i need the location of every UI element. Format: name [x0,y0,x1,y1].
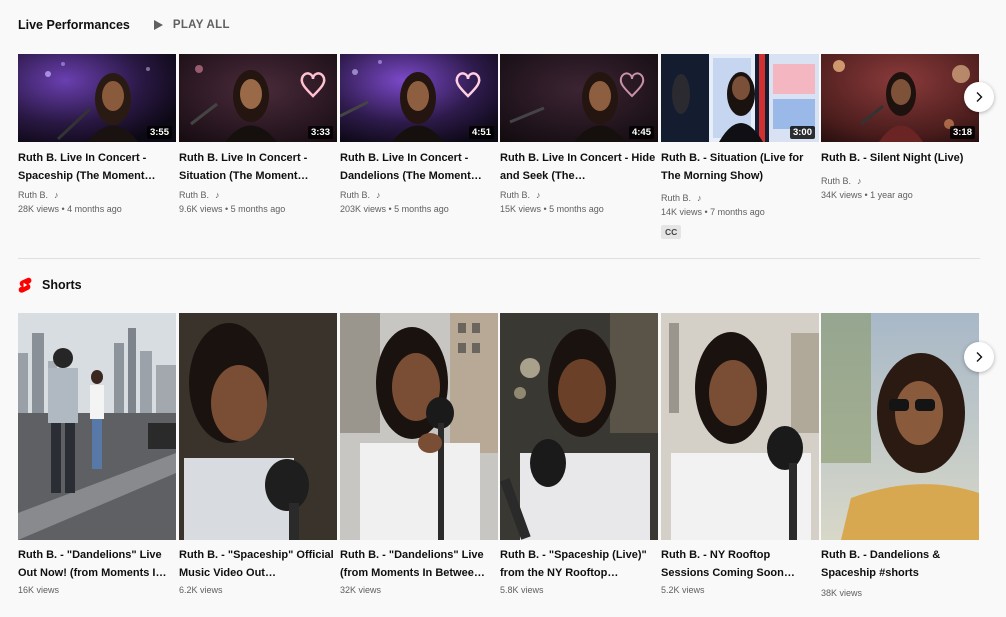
next-button-live[interactable] [964,82,994,112]
short-views: 6.2K views [179,585,223,595]
video-card[interactable]: 4:51 Ruth B. Live In Concert - Dandelion… [340,54,498,216]
channel-name[interactable]: Ruth B. ♪ [500,187,658,203]
short-card[interactable]: Ruth B. - "Spaceship (Live)" from the NY… [500,313,658,595]
chevron-right-icon [976,352,983,362]
short-thumbnail[interactable] [179,313,337,540]
video-thumbnail[interactable]: 3:55 [18,54,176,142]
video-card[interactable]: 4:45 Ruth B. Live In Concert - Hide and … [500,54,658,216]
chevron-right-icon [976,92,983,102]
section-title-live: Live Performances [18,18,130,32]
music-note-icon: ♪ [54,190,59,200]
short-thumbnail[interactable] [500,313,658,540]
channel-name[interactable]: Ruth B. ♪ [18,187,176,203]
short-views: 38K views [821,588,863,598]
play-icon [153,20,163,30]
section-title-shorts: Shorts [42,278,82,292]
video-duration: 3:33 [307,126,333,139]
video-meta: 34K views • 1 year ago [821,190,913,200]
section-divider [18,258,980,259]
video-duration: 4:45 [628,126,654,139]
short-thumbnail[interactable] [661,313,819,540]
video-card[interactable]: 3:18 Ruth B. - Silent Night (Live) Ruth … [821,54,979,202]
video-title[interactable]: Ruth B. Live In Concert - Dandelions (Th… [340,149,498,185]
short-thumbnail[interactable] [18,313,176,540]
video-title[interactable]: Ruth B. Live In Concert - Situation (The… [179,149,337,185]
video-thumbnail[interactable]: 4:51 [340,54,498,142]
video-title[interactable]: Ruth B. - Silent Night (Live) [821,149,979,167]
music-note-icon: ♪ [536,190,541,200]
video-meta: 15K views • 5 months ago [500,204,604,214]
shorts-logo-icon [18,277,32,293]
video-meta: 9.6K views • 5 months ago [179,204,286,214]
video-thumbnail[interactable]: 3:33 [179,54,337,142]
play-all-button[interactable]: PLAY ALL [152,19,230,31]
video-card[interactable]: 3:55 Ruth B. Live In Concert - Spaceship… [18,54,176,216]
music-note-icon: ♪ [697,193,702,203]
video-title[interactable]: Ruth B. Live In Concert - Spaceship (The… [18,149,176,185]
short-title[interactable]: Ruth B. - "Dandelions" Live Out Now! (fr… [18,546,176,582]
video-meta: 14K views • 7 months ago [661,207,765,217]
short-thumbnail[interactable] [821,313,979,540]
video-thumbnail[interactable]: 3:18 [821,54,979,142]
video-duration: 4:51 [468,126,494,139]
video-meta: 203K views • 5 months ago [340,204,449,214]
short-title[interactable]: Ruth B. - Dandelions & Spaceship #shorts [821,546,979,582]
play-all-label: PLAY ALL [172,19,230,31]
short-views: 32K views [340,585,382,595]
short-card[interactable]: Ruth B. - Dandelions & Spaceship #shorts… [821,313,979,598]
video-thumbnail[interactable]: 4:45 [500,54,658,142]
short-thumbnail[interactable] [340,313,498,540]
music-note-icon: ♪ [215,190,220,200]
shorts-row: Ruth B. - "Dandelions" Live Out Now! (fr… [18,313,979,603]
video-card[interactable]: 3:33 Ruth B. Live In Concert - Situation… [179,54,337,216]
short-views: 16K views [18,585,60,595]
short-title[interactable]: Ruth B. - NY Rooftop Sessions Coming Soo… [661,546,819,582]
video-title[interactable]: Ruth B. Live In Concert - Hide and Seek … [500,149,658,185]
next-button-shorts[interactable] [964,342,994,372]
music-note-icon: ♪ [857,176,862,186]
video-card[interactable]: 3:00 Ruth B. - Situation (Live for The M… [661,54,819,240]
short-card[interactable]: Ruth B. - "Spaceship" Official Music Vid… [179,313,337,595]
video-thumbnail[interactable]: 3:00 [661,54,819,142]
video-duration: 3:55 [146,126,172,139]
shorts-header: Shorts [18,277,82,293]
cc-badge: CC [661,225,682,239]
live-video-row: 3:55 Ruth B. Live In Concert - Spaceship… [18,54,979,244]
video-duration: 3:00 [789,126,815,139]
short-card[interactable]: Ruth B. - "Dandelions" Live (from Moment… [340,313,498,595]
short-title[interactable]: Ruth B. - "Dandelions" Live (from Moment… [340,546,498,582]
channel-name[interactable]: Ruth B. ♪ [661,190,819,206]
short-card[interactable]: Ruth B. - NY Rooftop Sessions Coming Soo… [661,313,819,595]
video-title[interactable]: Ruth B. - Situation (Live for The Mornin… [661,149,819,185]
short-views: 5.2K views [661,585,705,595]
live-performances-header: Live Performances PLAY ALL [18,18,230,32]
channel-name[interactable]: Ruth B. ♪ [821,173,979,189]
short-views: 5.8K views [500,585,544,595]
video-duration: 3:18 [949,126,975,139]
video-meta: 28K views • 4 months ago [18,204,122,214]
short-title[interactable]: Ruth B. - "Spaceship (Live)" from the NY… [500,546,658,582]
channel-name[interactable]: Ruth B. ♪ [179,187,337,203]
music-note-icon: ♪ [376,190,381,200]
short-title[interactable]: Ruth B. - "Spaceship" Official Music Vid… [179,546,337,582]
short-card[interactable]: Ruth B. - "Dandelions" Live Out Now! (fr… [18,313,176,595]
channel-name[interactable]: Ruth B. ♪ [340,187,498,203]
